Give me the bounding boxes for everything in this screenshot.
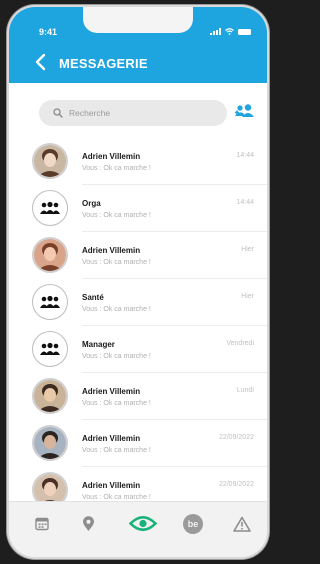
page-title: MESSAGERIE — [59, 56, 148, 71]
conversation-row[interactable]: Adrien Villemin Vous : Ok ca marche ! 22/0… — [9, 420, 267, 467]
user-avatar — [32, 143, 68, 179]
conversation-panel: Recherche Adrien Villemin Vous : Ok ca ma… — [9, 83, 267, 514]
search-placeholder: Recherche — [69, 108, 111, 118]
conversation-name: Orga — [82, 199, 101, 208]
search-input[interactable]: Recherche — [39, 100, 227, 126]
wifi-icon — [225, 28, 234, 35]
add-group-icon[interactable] — [234, 103, 258, 121]
conversation-last-message: Vous : Ok ca marche ! — [82, 447, 151, 454]
group-avatar-icon — [32, 331, 68, 367]
conversation-list: Adrien Villemin Vous : Ok ca marche ! 14:4… — [9, 138, 267, 514]
status-time: 9:41 — [39, 27, 58, 37]
eye-icon[interactable] — [129, 515, 157, 532]
conversation-date: 14:44 — [236, 152, 254, 159]
tab-bar: be — [9, 501, 267, 557]
conversation-date: 22/09/2022 — [218, 434, 254, 441]
conversation-date: 14:44 — [236, 199, 254, 206]
conversation-row[interactable]: Orga Vous : Ok ca marche ! 14:44 — [9, 185, 267, 232]
conversation-name: Adrien Villemin — [82, 481, 141, 490]
conversation-name: Manager — [82, 340, 115, 349]
svg-text:be: be — [188, 519, 199, 529]
conversation-date: Vendredi — [226, 340, 254, 347]
signal-icon — [210, 28, 221, 35]
conversation-last-message: Vous : Ok ca marche ! — [82, 259, 151, 266]
conversation-name: Adrien Villemin — [82, 434, 141, 443]
device-notch — [83, 7, 193, 33]
conversation-name: Adrien Villemin — [82, 152, 141, 161]
conversation-date: Lundi — [236, 387, 254, 394]
conversation-last-message: Vous : Ok ca marche ! — [82, 165, 151, 172]
conversation-row[interactable]: Santé Vous : Ok ca marche ! Hier — [9, 279, 267, 326]
conversation-last-message: Vous : Ok ca marche ! — [82, 400, 151, 407]
location-pin-icon[interactable] — [82, 516, 95, 532]
be-logo-icon[interactable]: be — [182, 513, 204, 535]
user-avatar — [32, 425, 68, 461]
user-avatar — [32, 237, 68, 273]
conversation-row[interactable]: Adrien Villemin Vous : Ok ca marche ! Hier — [9, 232, 267, 279]
conversation-last-message: Vous : Ok ca marche ! — [82, 212, 151, 219]
conversation-row[interactable]: Adrien Villemin Vous : Ok ca marche ! 14:4… — [9, 138, 267, 185]
app-header: 9:41 MESSAGERIE — [9, 7, 267, 83]
group-avatar-icon — [32, 284, 68, 320]
battery-icon — [238, 28, 251, 35]
conversation-name: Adrien Villemin — [82, 387, 141, 396]
conversation-name: Santé — [82, 293, 104, 302]
conversation-row[interactable]: Adrien Villemin Vous : Ok ca marche ! Lund… — [9, 373, 267, 420]
user-avatar — [32, 378, 68, 414]
conversation-last-message: Vous : Ok ca marche ! — [82, 494, 151, 501]
status-icons — [210, 28, 251, 35]
warning-icon[interactable] — [233, 516, 251, 532]
conversation-last-message: Vous : Ok ca marche ! — [82, 306, 151, 313]
conversation-date: Hier — [241, 246, 254, 253]
search-icon — [53, 108, 63, 118]
phone-frame: 9:41 MESSAGERIE Recherche Adrien Villemi… — [9, 7, 267, 557]
conversation-date: Hier — [241, 293, 254, 300]
conversation-name: Adrien Villemin — [82, 246, 141, 255]
conversation-last-message: Vous : Ok ca marche ! — [82, 353, 151, 360]
conversation-date: 22/09/2022 — [218, 481, 254, 488]
calendar-icon[interactable] — [35, 516, 49, 531]
group-avatar-icon — [32, 190, 68, 226]
conversation-row[interactable]: Manager Vous : Ok ca marche ! Vendredi — [9, 326, 267, 373]
back-arrow-icon[interactable] — [34, 53, 48, 71]
